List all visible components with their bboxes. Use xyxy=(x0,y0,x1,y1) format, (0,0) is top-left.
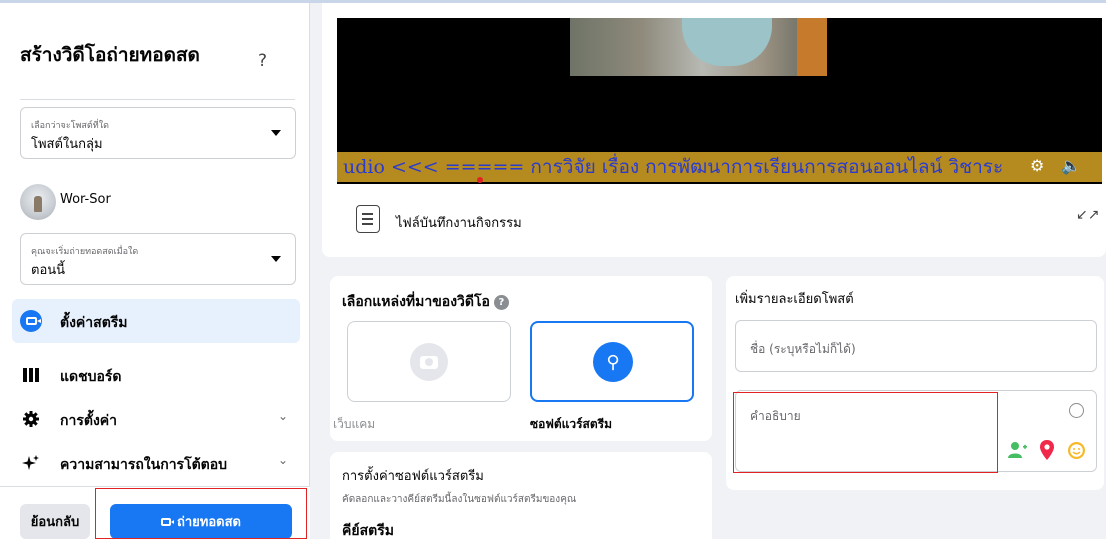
video-source-title: เลือกแหล่งที่มาของวิดีโอ? xyxy=(342,291,509,313)
page-title: สร้างวิดีโอถ่ายทอดสด xyxy=(20,44,200,66)
volume-icon[interactable]: 🔈 xyxy=(1061,156,1081,175)
webcam-option[interactable] xyxy=(347,321,511,402)
emoji-outline-icon[interactable] xyxy=(1069,403,1084,418)
location-pin-icon[interactable] xyxy=(1039,440,1055,460)
collapse-icon[interactable]: ↙↗ xyxy=(1076,207,1099,223)
tag-people-icon[interactable] xyxy=(1008,441,1028,459)
highlight-box-description xyxy=(733,392,998,473)
highlight-box-go-live xyxy=(95,488,307,539)
checklist-icon xyxy=(356,205,380,233)
streaming-software-option[interactable]: ⚲ xyxy=(530,321,694,402)
sidebar-item-label: การตั้งค่า xyxy=(60,413,118,429)
post-title-input[interactable]: ชื่อ (ระบุหรือไม่ก็ได้) xyxy=(735,320,1097,372)
chevron-down-icon: ⌄ xyxy=(277,453,288,467)
sidebar-item-interactivity[interactable]: ความสามารถในการโต้ตอบ ⌄ xyxy=(12,441,300,485)
caret-down-icon xyxy=(271,256,281,262)
sidebar-item-label: ตั้งค่าสตรีม xyxy=(60,315,128,331)
streaming-software-label: ซอฟต์แวร์สตรีม xyxy=(530,417,613,431)
help-icon[interactable]: ? xyxy=(258,51,267,71)
software-settings-card: การตั้งค่าซอฟต์แวร์สตรีม คัดลอกและวางคีย… xyxy=(330,452,712,539)
sidebar: สร้างวิดีโอถ่ายทอดสด ? เลือกว่าจะโพสต์ที… xyxy=(0,3,310,539)
user-name: Wor-Sor xyxy=(60,192,111,207)
sidebar-item-dashboard[interactable]: แดชบอร์ด xyxy=(12,353,300,397)
software-settings-title: การตั้งค่าซอฟต์แวร์สตรีม xyxy=(342,469,484,484)
feeling-emoji-icon[interactable] xyxy=(1067,441,1086,460)
post-title-placeholder: ชื่อ (ระบุหรือไม่ก็ได้) xyxy=(750,342,856,356)
gear-icon[interactable]: ⚙ xyxy=(1030,156,1044,175)
post-destination-select[interactable]: เลือกว่าจะโพสต์ที่ใด โพสต์ในกลุ่ม xyxy=(20,107,296,159)
sparkle-icon xyxy=(20,452,42,474)
chevron-down-icon: ⌄ xyxy=(277,409,288,423)
software-settings-description: คัดลอกและวางคีย์สตรีมนี้ลงในซอฟต์แวร์สตร… xyxy=(342,494,577,505)
start-time-label: คุณจะเริ่มถ่ายทอดสดเมื่อใด xyxy=(31,247,139,257)
camera-icon xyxy=(410,343,448,381)
sidebar-item-label: แดชบอร์ด xyxy=(60,369,122,385)
sidebar-item-stream-setup[interactable]: ตั้งค่าสตรีม xyxy=(12,299,300,343)
stream-key-label: คีย์สตรีม xyxy=(342,523,394,539)
dashboard-icon xyxy=(20,364,42,386)
video-ticker: udio <<< ===== การวิจัย เรื่อง การพัฒนาก… xyxy=(337,152,1102,182)
video-frame-detail xyxy=(797,18,827,76)
video-preview: udio <<< ===== การวิจัย เรื่อง การพัฒนาก… xyxy=(337,18,1102,184)
divider xyxy=(20,99,295,100)
key-icon: ⚲ xyxy=(593,342,633,382)
help-icon[interactable]: ? xyxy=(493,294,509,310)
recording-file-label: ไฟล์บันทึกงานกิจกรรม xyxy=(396,216,522,231)
caret-down-icon xyxy=(271,130,281,136)
start-time-value: ตอนนี้ xyxy=(31,263,66,278)
sidebar-item-settings[interactable]: การตั้งค่า ⌄ xyxy=(12,397,300,441)
sidebar-item-label: ความสามารถในการโต้ตอบ xyxy=(60,457,228,473)
start-time-select[interactable]: คุณจะเริ่มถ่ายทอดสดเมื่อใด ตอนนี้ xyxy=(20,233,296,285)
avatar xyxy=(20,184,56,220)
post-details-title: เพิ่มรายละเอียดโพสต์ xyxy=(735,292,854,307)
post-destination-value: โพสต์ในกลุ่ม xyxy=(31,137,103,152)
back-button[interactable]: ย้อนกลับ xyxy=(20,504,90,539)
gear-icon xyxy=(20,408,42,430)
webcam-label: เว็บแคม xyxy=(333,417,376,431)
post-destination-label: เลือกว่าจะโพสต์ที่ใด xyxy=(31,121,109,131)
video-source-title-text: เลือกแหล่งที่มาของวิดีโอ xyxy=(342,294,490,310)
video-source-card: เลือกแหล่งที่มาของวิดีโอ? เว็บแคม ⚲ ซอฟต… xyxy=(330,276,712,441)
cursor-marker xyxy=(477,177,483,183)
live-camera-icon xyxy=(20,310,42,332)
